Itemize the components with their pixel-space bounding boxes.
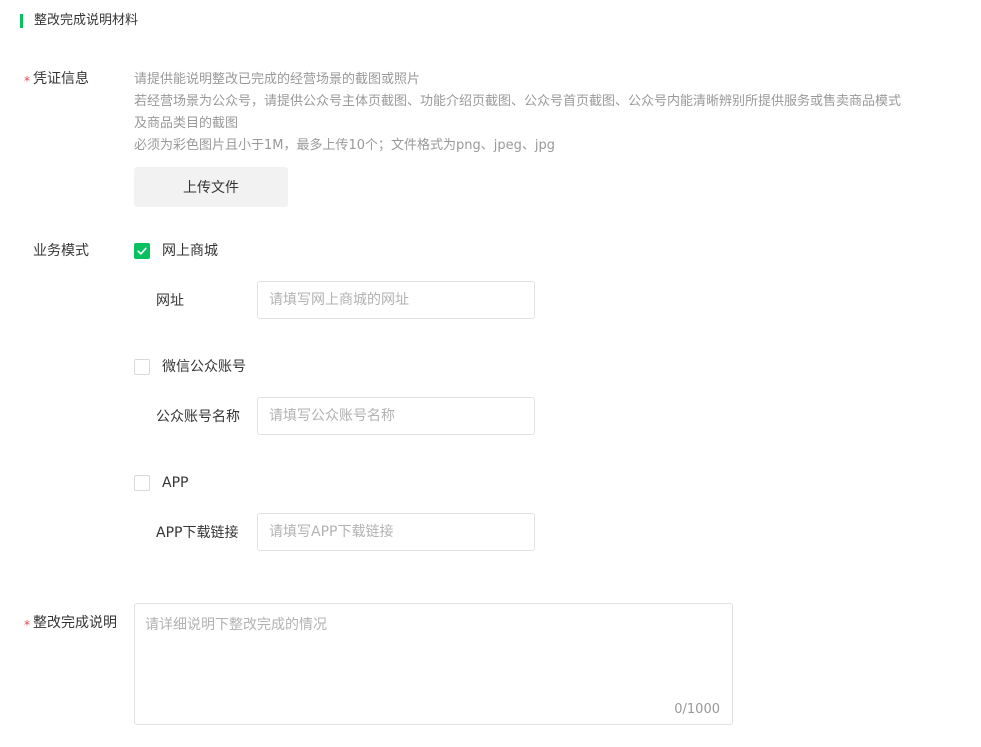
upload-file-button[interactable]: 上传文件 [134, 167, 288, 207]
section-accent-bar [20, 14, 23, 28]
description-textarea[interactable] [135, 604, 732, 694]
description-textarea-container: 0/1000 [134, 603, 733, 725]
required-mark: * [24, 618, 30, 632]
proof-label: 凭证信息 [33, 71, 89, 87]
checkbox-wechat-account[interactable] [134, 359, 150, 375]
proof-hint-line: 请提供能说明整改已完成的经营场景的截图或照片 [134, 72, 421, 87]
option-app-label: APP [162, 475, 189, 491]
checkbox-app[interactable] [134, 475, 150, 491]
business-mode-label: 业务模式 [33, 243, 89, 259]
section-title: 整改完成说明材料 [34, 13, 139, 28]
proof-hint-line: 若经营场景为公众号，请提供公众号主体页截图、功能介绍页截图、公众号首页截图、公众… [134, 94, 902, 109]
proof-hint-line: 及商品类目的截图 [134, 116, 239, 131]
url-input[interactable] [257, 281, 535, 319]
option-online-mall-label: 网上商城 [162, 243, 218, 259]
app-link-input[interactable] [257, 513, 535, 551]
proof-hint-line: 必须为彩色图片且小于1M，最多上传10个；文件格式为png、jpeg、jpg [134, 138, 556, 153]
char-counter: 0/1000 [674, 702, 720, 717]
app-link-field-label: APP下载链接 [156, 525, 239, 541]
proof-hints: 请提供能说明整改已完成的经营场景的截图或照片 若经营场景为公众号，请提供公众号主… [134, 69, 901, 157]
account-name-input[interactable] [257, 397, 535, 435]
url-field-label: 网址 [156, 293, 184, 309]
checkbox-online-mall[interactable] [134, 243, 150, 259]
option-wechat-account-label: 微信公众账号 [162, 359, 246, 375]
required-mark: * [24, 74, 30, 88]
check-icon [137, 247, 147, 255]
account-name-field-label: 公众账号名称 [156, 409, 240, 425]
description-label: 整改完成说明 [33, 615, 117, 631]
